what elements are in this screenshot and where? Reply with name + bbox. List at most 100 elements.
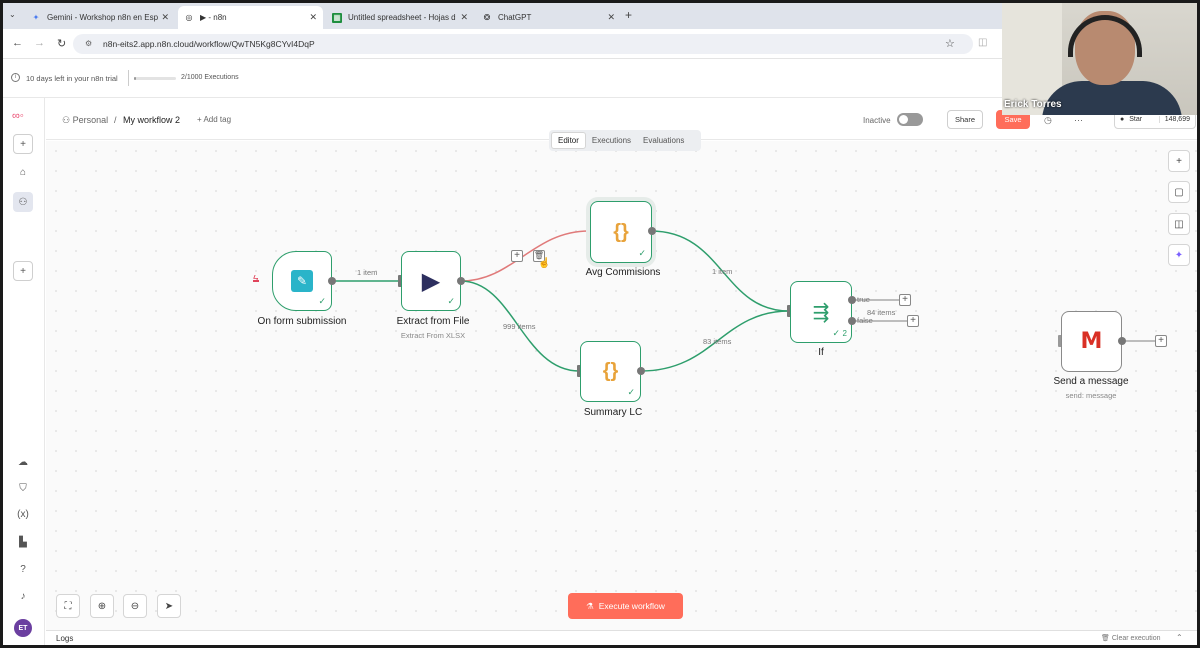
toggle-panel-icon[interactable]: ◫ <box>1168 213 1190 235</box>
output-port[interactable] <box>1118 337 1126 345</box>
divider <box>128 70 129 86</box>
success-check-icon: ✓ <box>638 248 646 258</box>
add-node-button[interactable]: + <box>1155 335 1167 347</box>
close-icon[interactable]: ✕ <box>309 12 317 23</box>
tab-editor[interactable]: Editor <box>551 132 586 149</box>
cloud-icon[interactable]: ☁ <box>13 452 33 472</box>
clear-execution-button[interactable]: 🗑 Clear execution <box>1101 634 1160 642</box>
view-switcher: Editor Executions Evaluations <box>549 130 701 151</box>
tab-executions[interactable]: Executions <box>586 132 637 149</box>
tab-chatgpt[interactable]: ❂ ChatGPT ✕ <box>476 6 621 29</box>
new-tab-button[interactable]: + <box>625 8 632 22</box>
templates-icon[interactable]: ⛉ <box>13 478 33 498</box>
help-icon[interactable]: ? <box>13 559 33 579</box>
add-node-panel-button[interactable]: + <box>1168 150 1190 172</box>
extension-icon[interactable]: ◫ <box>978 37 987 48</box>
tab-title: Untitled spreadsheet - Hojas d <box>348 13 456 22</box>
star-label: Star <box>1129 116 1143 123</box>
address-bar[interactable]: ⚙ n8n-eits2.app.n8n.cloud/workflow/QwTN5… <box>73 34 973 54</box>
false-output-port[interactable] <box>848 317 856 325</box>
add-node-on-edge-button[interactable]: + <box>511 250 523 262</box>
node-send-message[interactable]: M <box>1061 311 1122 372</box>
node-subtitle: send: message <box>1065 391 1117 400</box>
globe-icon: ◎ <box>185 13 193 22</box>
workflow-title[interactable]: My workflow 2 <box>123 115 180 125</box>
run-count: 2 <box>842 329 847 338</box>
zoom-out-icon[interactable]: ⊖ <box>123 594 147 618</box>
false-branch-label: false <box>857 316 873 325</box>
output-port[interactable] <box>648 227 656 235</box>
node-label: Summary LC <box>583 407 643 418</box>
output-port[interactable] <box>637 367 645 375</box>
forward-icon[interactable]: → <box>34 37 45 49</box>
tab-evaluations[interactable]: Evaluations <box>637 132 690 149</box>
tab-gemini[interactable]: ✦ Gemini - Workshop n8n en Esp ✕ <box>25 6 175 29</box>
add-tag-link[interactable]: + Add tag <box>197 115 231 124</box>
tab-n8n[interactable]: ◎ ▶ - n8n ✕ <box>178 6 323 29</box>
left-sidebar: ∞◦ + ⌂ ⚇ + ☁ ⛉ (x) ▙ ? ♪ ET <box>3 98 45 645</box>
sticky-note-icon[interactable]: ▢ <box>1168 181 1190 203</box>
insights-icon[interactable]: ▙ <box>13 532 33 552</box>
n8n-logo-icon[interactable]: ∞◦ <box>12 110 24 122</box>
bookmark-star-icon[interactable]: ☆ <box>945 37 955 50</box>
github-icon: ● <box>1120 116 1125 123</box>
ai-assistant-icon[interactable]: ✦ <box>1168 244 1190 266</box>
node-avg-commisions[interactable]: {} ✓ <box>590 201 652 263</box>
home-icon[interactable]: ⌂ <box>13 162 33 182</box>
form-icon: ✎ <box>291 270 313 292</box>
node-label: If <box>818 347 824 358</box>
add-node-false-button[interactable]: + <box>907 315 919 327</box>
node-form-submission[interactable]: ✎ ✓ <box>272 251 332 311</box>
close-icon[interactable]: ✕ <box>161 12 169 23</box>
site-info-icon[interactable]: ⚙ <box>85 39 92 48</box>
output-port[interactable] <box>457 277 465 285</box>
node-summary-lc[interactable]: {} ✓ <box>580 341 641 402</box>
breadcrumb-separator: / <box>114 115 117 125</box>
gemini-icon: ✦ <box>32 13 40 22</box>
info-icon: i <box>11 73 20 82</box>
back-icon[interactable]: ← <box>12 37 23 49</box>
breadcrumb-owner[interactable]: ⚇ Personal <box>62 115 108 126</box>
screen: ⌄ ✦ Gemini - Workshop n8n en Esp ✕ ◎ ▶ -… <box>3 3 1197 645</box>
url-text: n8n-eits2.app.n8n.cloud/workflow/QwTN5Kg… <box>103 39 315 49</box>
flask-icon: ⚗ <box>586 600 594 611</box>
close-icon[interactable]: ✕ <box>460 12 468 23</box>
presenter-name: Erick Torres <box>1004 99 1062 110</box>
add-node-true-button[interactable]: + <box>899 294 911 306</box>
tab-search-icon[interactable]: ⌄ <box>9 10 16 19</box>
logs-expand-icon[interactable]: ⌃ <box>1176 633 1183 642</box>
node-if[interactable]: ⇶ ✓ 2 <box>790 281 852 343</box>
signpost-icon: ⇶ <box>812 301 830 324</box>
avatar[interactable]: ET <box>14 619 32 637</box>
file-extract-icon: ▶ <box>421 267 441 295</box>
tab-sheets[interactable]: ▦ Untitled spreadsheet - Hojas d ✕ <box>326 6 474 29</box>
variables-icon[interactable]: (x) <box>13 504 33 524</box>
true-output-port[interactable] <box>848 296 856 304</box>
share-button[interactable]: Share <box>947 110 983 129</box>
chatgpt-icon: ❂ <box>483 13 491 22</box>
execute-workflow-button[interactable]: ⚗ Execute workflow <box>568 593 683 619</box>
logs-bar[interactable]: Logs 🗑 Clear execution ⌃ <box>46 630 1197 645</box>
notifications-bell-icon[interactable]: ♪ <box>13 586 33 606</box>
more-options-icon[interactable]: ⋯ <box>1074 115 1083 126</box>
zoom-in-icon[interactable]: ⊕ <box>90 594 114 618</box>
close-icon[interactable]: ✕ <box>607 12 615 23</box>
executions-count: 2/1000 Executions <box>181 74 239 81</box>
active-toggle[interactable] <box>897 113 923 126</box>
success-check-icon: ✓ <box>447 296 455 306</box>
history-icon[interactable]: ◷ <box>1044 115 1052 126</box>
add-project-icon[interactable]: + <box>13 261 33 281</box>
output-port[interactable] <box>328 277 336 285</box>
node-extract-from-file[interactable]: ▶ ✓ <box>401 251 461 311</box>
node-subtitle: Extract From XLSX <box>400 331 466 340</box>
pointer-icon[interactable]: ➤ <box>157 594 181 618</box>
fit-view-icon[interactable]: ⛶ <box>56 594 80 618</box>
add-icon[interactable]: + <box>13 134 33 154</box>
user-icon[interactable]: ⚇ <box>13 192 33 212</box>
edge-label: 1 item <box>712 267 733 276</box>
node-label: Extract from File <box>396 316 470 327</box>
tab-title: ▶ - n8n <box>200 13 227 22</box>
executions-progress <box>134 77 176 80</box>
node-label: Avg Commisions <box>585 267 661 278</box>
reload-icon[interactable]: ↻ <box>57 37 66 50</box>
